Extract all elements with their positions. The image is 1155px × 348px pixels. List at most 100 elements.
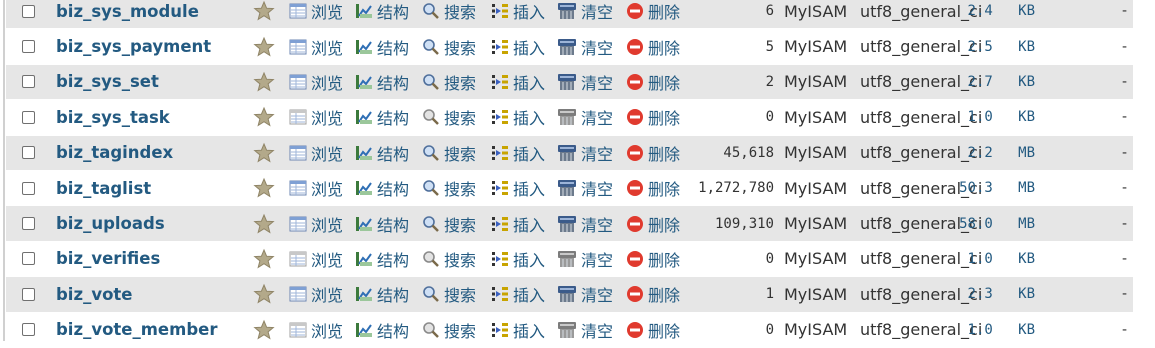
- structure-action[interactable]: 结构: [355, 282, 409, 306]
- row-checkbox[interactable]: [22, 4, 35, 18]
- insert-action[interactable]: 插入: [491, 282, 545, 306]
- drop-action[interactable]: 删除: [626, 70, 680, 94]
- drop-action[interactable]: 删除: [626, 35, 680, 59]
- insert-action[interactable]: 插入: [491, 176, 545, 200]
- insert-action[interactable]: 插入: [491, 70, 545, 94]
- drop-action[interactable]: 删除: [626, 176, 680, 200]
- browse-action[interactable]: 浏览: [289, 212, 343, 236]
- search-action[interactable]: 搜索: [422, 247, 476, 271]
- browse-action[interactable]: 浏览: [289, 105, 343, 129]
- empty-action[interactable]: 清空: [557, 141, 613, 165]
- table-name-link[interactable]: biz_sys_payment: [56, 37, 211, 56]
- table-name-link[interactable]: biz_vote_member: [56, 320, 217, 339]
- table-name-link[interactable]: biz_sys_module: [56, 2, 199, 21]
- structure-action[interactable]: 结构: [355, 35, 409, 59]
- structure-action[interactable]: 结构: [355, 176, 409, 200]
- favorite-star-icon[interactable]: [253, 0, 275, 22]
- table-size[interactable]: 2.2 MB: [968, 145, 1035, 161]
- table-name-link[interactable]: biz_uploads: [56, 214, 165, 233]
- search-action[interactable]: 搜索: [422, 35, 476, 59]
- table-size[interactable]: 2.4 KB: [968, 3, 1035, 19]
- drop-action[interactable]: 删除: [626, 247, 680, 271]
- table-size[interactable]: 58.0 MB: [959, 216, 1035, 232]
- table-name-link[interactable]: biz_sys_set: [56, 72, 159, 91]
- empty-action[interactable]: 清空: [557, 176, 613, 200]
- favorite-star-icon[interactable]: [253, 71, 275, 93]
- empty-action[interactable]: 清空: [557, 318, 613, 342]
- row-checkbox[interactable]: [22, 287, 35, 301]
- browse-action[interactable]: 浏览: [289, 70, 343, 94]
- insert-action[interactable]: 插入: [491, 35, 545, 59]
- browse-action[interactable]: 浏览: [289, 0, 343, 23]
- table-size[interactable]: 50.3 MB: [959, 180, 1035, 196]
- browse-action[interactable]: 浏览: [289, 176, 343, 200]
- table-size[interactable]: 2.5 KB: [968, 39, 1035, 55]
- favorite-star-icon[interactable]: [253, 177, 275, 199]
- table-size[interactable]: 2.3 KB: [968, 286, 1035, 302]
- row-checkbox[interactable]: [22, 217, 35, 231]
- row-checkbox[interactable]: [22, 75, 35, 89]
- table-name-link[interactable]: biz_sys_task: [56, 108, 170, 127]
- favorite-star-icon[interactable]: [253, 142, 275, 164]
- search-action[interactable]: 搜索: [422, 0, 476, 23]
- empty-action[interactable]: 清空: [557, 212, 613, 236]
- browse-action[interactable]: 浏览: [289, 141, 343, 165]
- insert-action[interactable]: 插入: [491, 212, 545, 236]
- favorite-star-icon[interactable]: [253, 248, 275, 270]
- empty-action[interactable]: 清空: [557, 0, 613, 23]
- row-checkbox[interactable]: [22, 181, 35, 195]
- insert-action[interactable]: 插入: [491, 318, 545, 342]
- empty-action[interactable]: 清空: [557, 70, 613, 94]
- table-size[interactable]: 1.0 KB: [968, 251, 1035, 267]
- favorite-star-icon[interactable]: [253, 319, 275, 341]
- search-action[interactable]: 搜索: [422, 282, 476, 306]
- row-checkbox[interactable]: [22, 110, 35, 124]
- favorite-star-icon[interactable]: [253, 283, 275, 305]
- drop-action[interactable]: 删除: [626, 282, 680, 306]
- table-name-link[interactable]: biz_taglist: [56, 179, 151, 198]
- row-checkbox[interactable]: [22, 323, 35, 337]
- structure-action[interactable]: 结构: [355, 70, 409, 94]
- browse-action[interactable]: 浏览: [289, 35, 343, 59]
- structure-action[interactable]: 结构: [355, 105, 409, 129]
- drop-action[interactable]: 删除: [626, 105, 680, 129]
- browse-action[interactable]: 浏览: [289, 282, 343, 306]
- structure-action[interactable]: 结构: [355, 247, 409, 271]
- insert-action[interactable]: 插入: [491, 105, 545, 129]
- favorite-star-icon[interactable]: [253, 213, 275, 235]
- search-action[interactable]: 搜索: [422, 141, 476, 165]
- search-action[interactable]: 搜索: [422, 212, 476, 236]
- empty-action[interactable]: 清空: [557, 105, 613, 129]
- drop-action[interactable]: 删除: [626, 318, 680, 342]
- drop-action[interactable]: 删除: [626, 141, 680, 165]
- table-name-link[interactable]: biz_verifies: [56, 249, 160, 268]
- browse-action[interactable]: 浏览: [289, 318, 343, 342]
- row-checkbox[interactable]: [22, 252, 35, 266]
- empty-action[interactable]: 清空: [557, 282, 613, 306]
- insert-action[interactable]: 插入: [491, 247, 545, 271]
- structure-action[interactable]: 结构: [355, 0, 409, 23]
- search-action[interactable]: 搜索: [422, 318, 476, 342]
- favorite-star-icon[interactable]: [253, 36, 275, 58]
- table-size[interactable]: 1.0 KB: [968, 109, 1035, 125]
- table-size[interactable]: 2.7 KB: [968, 74, 1035, 90]
- structure-action[interactable]: 结构: [355, 318, 409, 342]
- search-action[interactable]: 搜索: [422, 70, 476, 94]
- table-name-link[interactable]: biz_tagindex: [56, 143, 173, 162]
- browse-action[interactable]: 浏览: [289, 247, 343, 271]
- insert-action[interactable]: 插入: [491, 0, 545, 23]
- favorite-star-icon[interactable]: [253, 106, 275, 128]
- empty-action[interactable]: 清空: [557, 35, 613, 59]
- table-name-link[interactable]: biz_vote: [56, 285, 133, 304]
- structure-action[interactable]: 结构: [355, 212, 409, 236]
- drop-action[interactable]: 删除: [626, 212, 680, 236]
- search-action[interactable]: 搜索: [422, 105, 476, 129]
- drop-action[interactable]: 删除: [626, 0, 680, 23]
- empty-action[interactable]: 清空: [557, 247, 613, 271]
- structure-action[interactable]: 结构: [355, 141, 409, 165]
- row-checkbox[interactable]: [22, 146, 35, 160]
- table-size[interactable]: 1.0 KB: [968, 322, 1035, 338]
- row-checkbox[interactable]: [22, 40, 35, 54]
- insert-action[interactable]: 插入: [491, 141, 545, 165]
- search-action[interactable]: 搜索: [422, 176, 476, 200]
